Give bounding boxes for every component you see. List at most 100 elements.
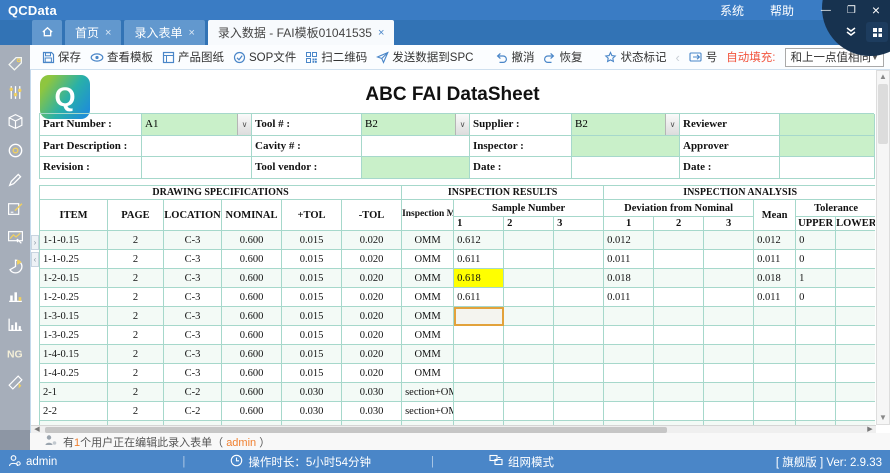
sheet-cell[interactable]	[654, 364, 704, 383]
sheet-cell[interactable]: 0.600	[222, 364, 282, 383]
sheet-cell[interactable]: 0.015	[282, 250, 342, 269]
info-value-cell[interactable]	[142, 136, 252, 158]
vertical-scrollbar[interactable]: ▲ ▼	[876, 70, 890, 425]
close-tab-icon[interactable]: ×	[378, 27, 384, 39]
sheet-cell[interactable]	[604, 383, 654, 402]
sheet-cell[interactable]	[504, 402, 554, 421]
sheet-cell[interactable]	[554, 326, 604, 345]
sheet-cell[interactable]	[704, 288, 754, 307]
message-user[interactable]: admin	[226, 437, 256, 449]
view-template-button[interactable]: 查看模板	[90, 49, 153, 65]
selected-cell[interactable]	[454, 307, 504, 326]
sheet-cell[interactable]: OMM	[402, 345, 454, 364]
sop-file-button[interactable]: SOP文件	[233, 49, 296, 65]
bar-chart-avg-icon[interactable]	[6, 286, 24, 304]
sheet-cell[interactable]	[836, 307, 875, 326]
sheet-cell[interactable]	[654, 402, 704, 421]
save-button[interactable]: 保存	[42, 49, 81, 65]
sheet-cell[interactable]: 0.020	[342, 231, 402, 250]
close-button[interactable]: ×	[872, 2, 880, 18]
sheet-cell[interactable]	[704, 383, 754, 402]
sheet-cell[interactable]: 1-2-0.25	[40, 288, 108, 307]
tab-entry-data-active[interactable]: 录入数据 - FAI模板01041535×	[208, 20, 395, 45]
sheet-cell[interactable]	[754, 326, 796, 345]
panel-splitter[interactable]: ›‹	[31, 235, 39, 269]
sheet-cell[interactable]	[454, 364, 504, 383]
sheet-cell[interactable]	[796, 326, 836, 345]
sheet-cell[interactable]	[504, 231, 554, 250]
sheet-cell[interactable]: 0.011	[604, 288, 654, 307]
sheet-cell[interactable]	[604, 364, 654, 383]
info-value-cell[interactable]	[780, 157, 875, 179]
undo-button[interactable]: 撤消	[495, 49, 534, 65]
ng-icon[interactable]: NG	[6, 344, 24, 362]
sheet-cell[interactable]	[704, 326, 754, 345]
sheet-cell[interactable]: 0.030	[282, 402, 342, 421]
sheet-cell[interactable]: 2	[108, 345, 164, 364]
sheet-cell[interactable]	[454, 383, 504, 402]
target-icon[interactable]	[6, 141, 24, 159]
sheet-cell[interactable]: 1-4-0.15	[40, 345, 108, 364]
sheet-cell[interactable]: 0.015	[282, 345, 342, 364]
sheet-cell[interactable]	[504, 364, 554, 383]
sheet-cell[interactable]: 2	[108, 383, 164, 402]
sheet-cell[interactable]: 2	[108, 326, 164, 345]
sheet-cell[interactable]: 0.600	[222, 402, 282, 421]
sheet-cell[interactable]: 2	[108, 364, 164, 383]
sheet-cell[interactable]: 0	[796, 288, 836, 307]
sheet-cell[interactable]: 0.030	[282, 383, 342, 402]
sheet-cell[interactable]	[836, 345, 875, 364]
info-value-cell[interactable]: A1∨	[142, 114, 252, 136]
out-of-tolerance-cell[interactable]: 0.618	[454, 269, 504, 288]
sheet-cell[interactable]: 0.611	[454, 250, 504, 269]
status-mark-button[interactable]: 状态标记	[604, 49, 666, 65]
signature-icon[interactable]	[6, 199, 24, 217]
dropdown-arrow-icon[interactable]: ∨	[237, 114, 251, 135]
sheet-cell[interactable]	[754, 364, 796, 383]
sheet-cell[interactable]	[504, 307, 554, 326]
chevron-double-down-icon[interactable]	[840, 22, 862, 42]
sheet-cell[interactable]	[754, 383, 796, 402]
info-value-cell[interactable]	[780, 136, 875, 158]
sheet-cell[interactable]: C-3	[164, 250, 222, 269]
sheet-cell[interactable]: 0.600	[222, 269, 282, 288]
sheet-cell[interactable]: 0.600	[222, 326, 282, 345]
close-tab-icon[interactable]: ×	[105, 27, 111, 39]
product-drawing-button[interactable]: 产品图纸	[162, 49, 224, 65]
sheet-cell[interactable]	[554, 345, 604, 364]
sheet-cell[interactable]	[504, 326, 554, 345]
tab-entry-forms[interactable]: 录入表单×	[124, 20, 204, 45]
sheet-cell[interactable]: 2-2	[40, 402, 108, 421]
sheet-cell[interactable]: OMM	[402, 250, 454, 269]
sheet-cell[interactable]: section+OMM	[402, 383, 454, 402]
sheet-cell[interactable]: 0.611	[454, 288, 504, 307]
info-value-cell[interactable]	[362, 136, 470, 158]
tag-icon[interactable]	[6, 54, 24, 72]
sheet-cell[interactable]	[654, 288, 704, 307]
sheet-cell[interactable]	[704, 402, 754, 421]
sheet-cell[interactable]	[796, 307, 836, 326]
sheet-cell[interactable]: 1-3-0.15	[40, 307, 108, 326]
sheet-cell[interactable]	[554, 364, 604, 383]
sheet-cell[interactable]	[454, 402, 504, 421]
sheet-cell[interactable]: 2-1	[40, 383, 108, 402]
sheet-cell[interactable]	[654, 231, 704, 250]
info-value-cell[interactable]	[572, 157, 680, 179]
sheet-cell[interactable]	[704, 364, 754, 383]
dropdown-arrow-icon[interactable]: ∨	[455, 114, 469, 135]
number-button[interactable]: 号	[689, 49, 718, 65]
sheet-cell[interactable]	[704, 231, 754, 250]
sheet-cell[interactable]	[704, 345, 754, 364]
scroll-down-icon[interactable]: ▼	[877, 412, 889, 424]
sheet-cell[interactable]: 0.600	[222, 345, 282, 364]
sheet-cell[interactable]	[836, 231, 875, 250]
sheet-cell[interactable]: C-3	[164, 288, 222, 307]
sheet-cell[interactable]: 1-2-0.15	[40, 269, 108, 288]
sheet-cell[interactable]: C-2	[164, 383, 222, 402]
sheet-cell[interactable]: 0.020	[342, 345, 402, 364]
sheet-cell[interactable]: 2	[108, 307, 164, 326]
sheet-cell[interactable]	[704, 307, 754, 326]
info-value-cell[interactable]	[572, 136, 680, 158]
sheet-cell[interactable]: 2	[108, 231, 164, 250]
sheet-cell[interactable]	[654, 269, 704, 288]
